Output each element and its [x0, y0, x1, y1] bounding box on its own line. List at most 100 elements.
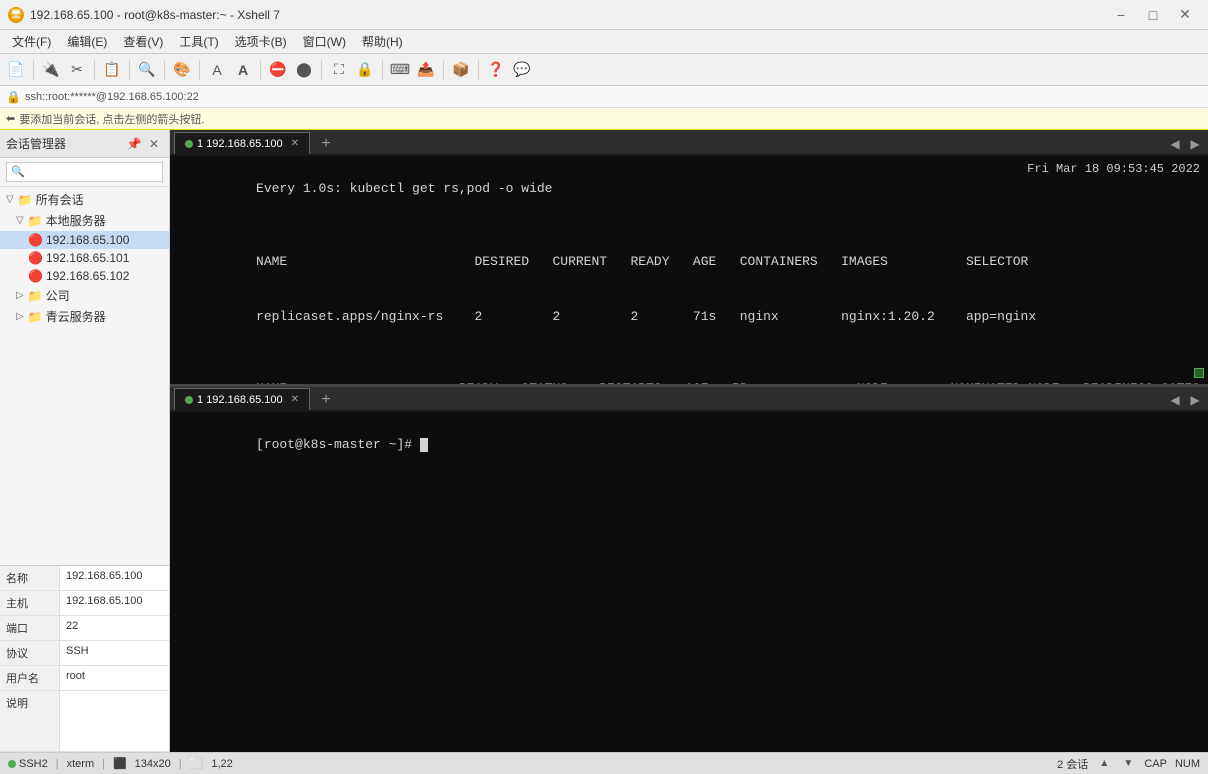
menu-tools[interactable]: 工具(T): [171, 31, 226, 52]
chat-button[interactable]: 💬: [510, 58, 534, 82]
disconnect-button[interactable]: ✂: [65, 58, 89, 82]
status-bar: SSH2 | xterm | ⬛ 134x20 | ⬜ 1,22 2 会话 ▲ …: [0, 752, 1208, 774]
tree-label: 公司: [46, 287, 70, 304]
status-caps: CAP: [1144, 758, 1167, 770]
sidebar-pin-button[interactable]: 📌: [125, 135, 143, 153]
session-tree: ▽ 📁 所有会话 ▽ 📁 本地服务器 🔴 192.168.65.100 🔴 19…: [0, 187, 169, 565]
tree-item-company[interactable]: ▷ 📁 公司: [0, 285, 169, 306]
info-key-port: 端口: [0, 616, 60, 640]
sidebar-title: 会话管理器: [6, 135, 66, 152]
menu-help[interactable]: 帮助(H): [354, 31, 411, 52]
lower-tab-prev-button[interactable]: ◀: [1166, 390, 1184, 410]
info-key-host: 主机: [0, 591, 60, 615]
tree-label: 192.168.65.102: [46, 269, 129, 283]
maximize-button[interactable]: □: [1138, 1, 1168, 29]
add-lower-tab-button[interactable]: +: [316, 390, 336, 410]
upper-tab-close[interactable]: ✕: [291, 138, 299, 149]
folder-icon: 📁: [28, 310, 43, 324]
sidebar-close-button[interactable]: ✕: [145, 135, 163, 153]
connect-button[interactable]: 🔌: [39, 58, 63, 82]
terminal-table1-row1: replicaset.apps/nginx-rs 2 2 2 71s nginx…: [178, 289, 1200, 344]
upper-terminal[interactable]: Fri Mar 18 09:53:45 2022 Every 1.0s: kub…: [170, 156, 1208, 386]
menu-view[interactable]: 查看(V): [115, 31, 171, 52]
font-button[interactable]: A: [205, 58, 229, 82]
session-down-button[interactable]: ▼: [1120, 756, 1136, 772]
scroll-indicator: [1194, 368, 1204, 378]
info-row-username: 用户名 root: [0, 666, 169, 691]
info-val-protocol: SSH: [60, 641, 169, 665]
keyboard-button[interactable]: ⌨: [388, 58, 412, 82]
lower-terminal[interactable]: [root@k8s-master ~]#: [170, 412, 1208, 752]
title-bar: 🖥 192.168.65.100 - root@k8s-master:~ - X…: [0, 0, 1208, 30]
terminal-cursor: [420, 438, 428, 452]
sidebar-search-input[interactable]: [6, 162, 163, 182]
bold-button[interactable]: A: [231, 58, 255, 82]
info-key-name: 名称: [0, 566, 60, 590]
close-button[interactable]: ✕: [1170, 1, 1200, 29]
menu-tabs[interactable]: 选项卡(B): [227, 31, 295, 52]
sidebar-header: 会话管理器 📌 ✕: [0, 130, 169, 158]
lower-tab-bar: 1 192.168.65.100 ✕ + ◀ ▶: [170, 386, 1208, 412]
minimize-button[interactable]: −: [1106, 1, 1136, 29]
tab-status-dot: [185, 396, 193, 404]
info-key-protocol: 协议: [0, 641, 60, 665]
tab-next-button[interactable]: ▶: [1186, 134, 1204, 154]
tab-prev-button[interactable]: ◀: [1166, 134, 1184, 154]
lower-tab-label: 1 192.168.65.100: [197, 394, 283, 406]
window-controls: − □ ✕: [1106, 1, 1200, 29]
status-terminal-type: xterm: [67, 758, 95, 770]
tree-item-host2[interactable]: 🔴 192.168.65.101: [0, 249, 169, 267]
menu-window[interactable]: 窗口(W): [295, 31, 354, 52]
help-tb-button[interactable]: ❓: [484, 58, 508, 82]
add-tab-button[interactable]: +: [316, 134, 336, 154]
terminal-timestamp: Fri Mar 18 09:53:45 2022: [1027, 162, 1200, 176]
tree-item-local-servers[interactable]: ▽ 📁 本地服务器: [0, 210, 169, 231]
window-title: 192.168.65.100 - root@k8s-master:~ - Xsh…: [30, 8, 280, 22]
hint-icon: ⬅: [6, 112, 15, 125]
new-session-button[interactable]: 📄: [4, 58, 28, 82]
upper-tab[interactable]: 1 192.168.65.100 ✕: [174, 132, 310, 154]
server-icon: 🔴: [28, 251, 43, 265]
search-button[interactable]: 🔍: [135, 58, 159, 82]
statusbar-right: 2 会话 ▲ ▼ CAP NUM: [1057, 756, 1200, 772]
transfer-button[interactable]: 📤: [414, 58, 438, 82]
tree-item-all-sessions[interactable]: ▽ 📁 所有会话: [0, 189, 169, 210]
lower-tab-next-button[interactable]: ▶: [1186, 390, 1204, 410]
session-up-button[interactable]: ▲: [1096, 756, 1112, 772]
lower-tab[interactable]: 1 192.168.65.100 ✕: [174, 388, 310, 410]
menu-file[interactable]: 文件(F): [4, 31, 59, 52]
folder-icon: 📁: [18, 193, 33, 207]
terminal-area: 1 192.168.65.100 ✕ + ◀ ▶ Fri Mar 18 09:5…: [170, 130, 1208, 752]
info-key-username: 用户名: [0, 666, 60, 690]
expand-icon: ▷: [16, 311, 24, 322]
tree-item-cloud[interactable]: ▷ 📁 青云服务器: [0, 306, 169, 327]
folder-icon: 📁: [28, 289, 43, 303]
folder-icon: 📁: [28, 214, 43, 228]
lock-button[interactable]: 🔒: [353, 58, 377, 82]
sidebar: 会话管理器 📌 ✕ ▽ 📁 所有会话 ▽ 📁 本地服务器: [0, 130, 170, 752]
color-button[interactable]: 🎨: [170, 58, 194, 82]
sidebar-search-area: [0, 158, 169, 187]
upper-tab-label: 1 192.168.65.100: [197, 138, 283, 150]
fullscreen-button[interactable]: ⛶: [327, 58, 351, 82]
stop-button[interactable]: ⛔: [266, 58, 290, 82]
main-area: 会话管理器 📌 ✕ ▽ 📁 所有会话 ▽ 📁 本地服务器: [0, 130, 1208, 752]
server-icon: 🔴: [28, 269, 43, 283]
tree-label: 所有会话: [36, 191, 84, 208]
status-size: 134x20: [135, 758, 171, 770]
status-protocol-label: SSH2: [19, 758, 48, 770]
info-val-host: 192.168.65.100: [60, 591, 169, 615]
tree-item-host3[interactable]: 🔴 192.168.65.102: [0, 267, 169, 285]
record-button[interactable]: ⬤: [292, 58, 316, 82]
lower-tab-close[interactable]: ✕: [291, 394, 299, 405]
info-row-port: 端口 22: [0, 616, 169, 641]
tree-label: 192.168.65.100: [46, 233, 129, 247]
session-manager-button[interactable]: 📋: [100, 58, 124, 82]
status-sessions: 2 会话: [1057, 756, 1088, 772]
expand-icon: ▽: [6, 194, 14, 205]
compose-button[interactable]: 📦: [449, 58, 473, 82]
terminal-prompt-line: [root@k8s-master ~]#: [178, 418, 1200, 473]
menu-edit[interactable]: 编辑(E): [59, 31, 115, 52]
hint-text: 要添加当前会话, 点击左侧的箭头按钮.: [19, 111, 204, 127]
tree-item-host1[interactable]: 🔴 192.168.65.100: [0, 231, 169, 249]
